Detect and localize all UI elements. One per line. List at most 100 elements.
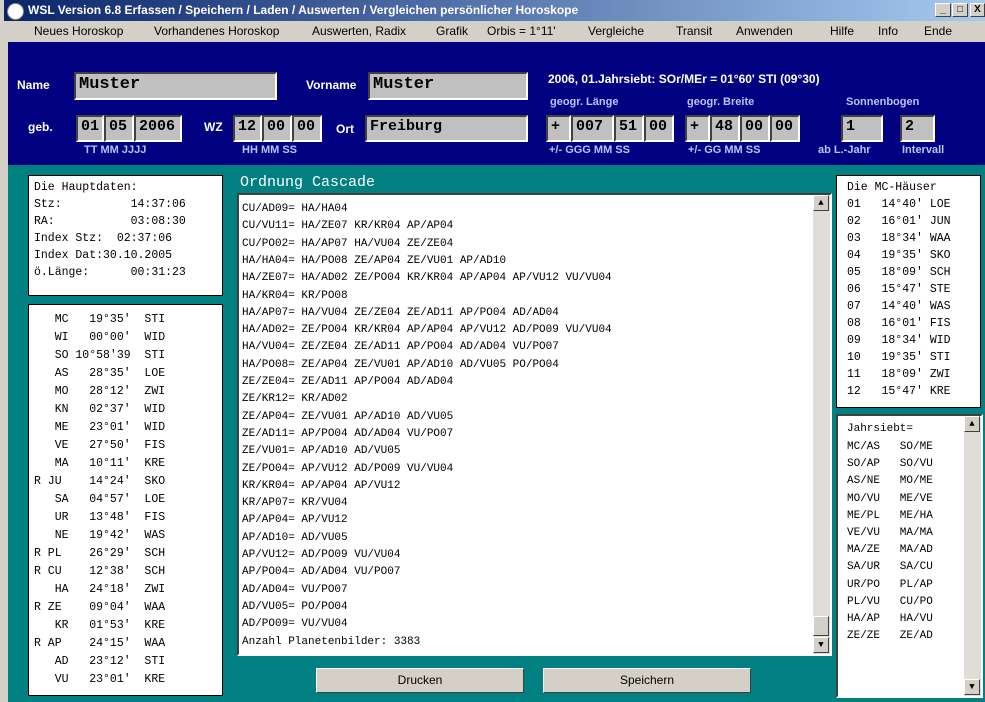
breite-mm-input[interactable]: 00 xyxy=(740,115,770,142)
menu-orbis[interactable]: Orbis = 1°11' xyxy=(487,24,556,38)
laenge-sign-input[interactable]: + xyxy=(546,115,571,142)
cascade-line[interactable]: ZE/AD11= AP/PO04 AD/AD04 VU/PO07 xyxy=(242,428,453,440)
planet-row: ME 23°01' WID xyxy=(34,421,166,434)
cascade-line[interactable]: HA/AP07= HA/VU04 ZE/ZE04 ZE/AD11 AP/PO04… xyxy=(242,307,559,319)
planet-row: SO 10°58'39 STI xyxy=(34,349,166,362)
maximize-button[interactable]: □ xyxy=(952,3,968,17)
hauptdaten-row: ö.Länge: 00:31:23 xyxy=(34,266,186,279)
laenge-ss-input[interactable]: 00 xyxy=(644,115,674,142)
jahrsiebt-row[interactable]: AS/NE MO/ME xyxy=(847,475,933,487)
planet-row: R ZE 09°04' WAA xyxy=(34,601,166,614)
mc-haus-row: 12 15°47' KRE xyxy=(847,385,951,398)
jahrsiebt-row[interactable]: HA/AP HA/VU xyxy=(847,613,933,625)
geb-tt-input[interactable]: 01 xyxy=(76,115,104,142)
hauptdaten-row: RA: 03:08:30 xyxy=(34,215,186,228)
menu-grafik[interactable]: Grafik xyxy=(436,24,468,38)
speichern-button[interactable]: Speichern xyxy=(543,668,751,693)
name-input[interactable]: Muster xyxy=(74,72,277,100)
menu-vergleiche[interactable]: Vergleiche xyxy=(588,24,644,38)
cascade-line[interactable]: ZE/VU01= AP/AD10 AD/VU05 xyxy=(242,445,400,457)
menu-ende[interactable]: Ende xyxy=(924,24,952,38)
cascade-line[interactable]: ZE/AP04= ZE/VU01 AP/AD10 AD/VU05 xyxy=(242,411,453,423)
cascade-line[interactable]: HA/PO08= ZE/AP04 ZE/VU01 AP/AD10 AD/VU05… xyxy=(242,359,559,371)
planet-row: MO 28°12' ZWI xyxy=(34,385,166,398)
minimize-button[interactable]: _ xyxy=(935,3,951,17)
laenge-mm-input[interactable]: 51 xyxy=(614,115,644,142)
sonnenbogen-intervall-input[interactable]: 2 xyxy=(900,115,935,142)
jahrsiebt-row[interactable]: UR/PO PL/AP xyxy=(847,579,933,591)
cascade-line[interactable]: HA/HA04= HA/PO08 ZE/AP04 ZE/VU01 AP/AD10 xyxy=(242,255,506,267)
cascade-line[interactable]: HA/VU04= ZE/ZE04 ZE/AD11 AP/PO04 AD/AD04… xyxy=(242,341,559,353)
scroll-thumb[interactable] xyxy=(813,616,829,636)
cascade-line[interactable]: AP/AP04= AP/VU12 xyxy=(242,514,348,526)
mc-haus-row: 05 18°09' SCH xyxy=(847,266,951,279)
cascade-line[interactable]: AP/AD10= AD/VU05 xyxy=(242,532,348,544)
cascade-line[interactable]: KR/AP07= KR/VU04 xyxy=(242,497,348,509)
jahrsiebt-row[interactable]: SA/UR SA/CU xyxy=(847,561,933,573)
wz-hh-input[interactable]: 12 xyxy=(233,115,262,142)
menu-info[interactable]: Info xyxy=(878,24,898,38)
jahrsiebt-row[interactable]: ME/PL ME/HA xyxy=(847,510,933,522)
scroll-down-icon[interactable]: ▼ xyxy=(964,679,980,695)
menu-transit[interactable]: Transit xyxy=(676,24,712,38)
mc-haus-row: 10 19°35' STI xyxy=(847,351,951,364)
jahrsiebt-row[interactable]: PL/VU CU/PO xyxy=(847,596,933,608)
menu-anwenden[interactable]: Anwenden xyxy=(736,24,793,38)
cascade-line[interactable]: KR/KR04= AP/AP04 AP/VU12 xyxy=(242,480,400,492)
breite-sign-input[interactable]: + xyxy=(685,115,710,142)
scroll-up-icon[interactable]: ▲ xyxy=(964,416,980,432)
ab-ljahr-label: ab L.-Jahr xyxy=(818,144,871,156)
planet-row: UR 13°48' FIS xyxy=(34,511,166,524)
mc-haus-row: 11 18°09' ZWI xyxy=(847,368,951,381)
geb-mm-input[interactable]: 05 xyxy=(104,115,134,142)
wz-mm-input[interactable]: 00 xyxy=(262,115,292,142)
cascade-line[interactable]: ZE/ZE04= ZE/AD11 AP/PO04 AD/AD04 xyxy=(242,376,453,388)
cascade-line[interactable]: CU/PO02= HA/AP07 HA/VU04 ZE/ZE04 xyxy=(242,238,453,250)
name-label: Name xyxy=(17,78,50,92)
jahrsiebt-list[interactable]: Jahrsiebt= ▲ ▼ MC/AS SO/ME SO/AP SO/VU AS/… xyxy=(836,414,983,698)
cascade-scrollbar[interactable]: ▲ ▼ xyxy=(813,195,830,654)
cascade-line[interactable]: HA/KR04= KR/PO08 xyxy=(242,290,348,302)
breite-gg-input[interactable]: 48 xyxy=(710,115,740,142)
jahrsiebt-row[interactable]: ZE/ZE ZE/AD xyxy=(847,630,933,642)
mc-haus-row: 04 19°35' SKO xyxy=(847,249,951,262)
planet-row: WI 00°00' WID xyxy=(34,331,166,344)
menu-neues-horoskop[interactable]: Neues Horoskop xyxy=(34,24,123,38)
jahrsiebt-scrollbar[interactable]: ▲ ▼ xyxy=(964,416,981,696)
jahrsiebt-row[interactable]: MO/VU ME/VE xyxy=(847,493,933,505)
drucken-button[interactable]: Drucken xyxy=(316,668,524,693)
menu-auswerten-radix[interactable]: Auswerten, Radix xyxy=(312,24,406,38)
cascade-line[interactable]: HA/AD02= ZE/PO04 KR/KR04 AP/AP04 AP/VU12… xyxy=(242,324,612,336)
sonnenbogen-ab-input[interactable]: 1 xyxy=(841,115,883,142)
cascade-line[interactable]: AD/PO09= VU/VU04 xyxy=(242,618,348,630)
jahrsiebt-row[interactable]: MA/ZE MA/AD xyxy=(847,544,933,556)
scroll-up-icon[interactable]: ▲ xyxy=(813,195,829,211)
cascade-line[interactable]: AD/VU05= PO/PO04 xyxy=(242,601,348,613)
menu-vorhandenes-horoskop[interactable]: Vorhandenes Horoskop xyxy=(154,24,279,38)
laenge-ggg-input[interactable]: 007 xyxy=(571,115,614,142)
cascade-line[interactable]: ZE/PO04= AP/VU12 AD/PO09 VU/VU04 xyxy=(242,463,453,475)
cascade-line[interactable]: CU/VU11= HA/ZE07 KR/KR04 AP/AP04 xyxy=(242,220,453,232)
close-button[interactable]: X xyxy=(970,3,985,17)
mc-haus-row: 09 18°34' WID xyxy=(847,334,951,347)
breite-ss-input[interactable]: 00 xyxy=(770,115,800,142)
scroll-down-icon[interactable]: ▼ xyxy=(813,637,829,653)
cascade-list[interactable]: CU/AD09= HA/HA04 CU/VU11= HA/ZE07 KR/KR04… xyxy=(237,193,832,656)
ort-input[interactable]: Freiburg xyxy=(365,115,528,142)
cascade-line[interactable]: CU/AD09= HA/HA04 xyxy=(242,203,348,215)
cascade-line[interactable]: AD/AD04= VU/PO07 xyxy=(242,584,348,596)
menu-hilfe[interactable]: Hilfe xyxy=(830,24,854,38)
jahrsiebt-row[interactable]: VE/VU MA/MA xyxy=(847,527,933,539)
cascade-line[interactable]: ZE/KR12= KR/AD02 xyxy=(242,393,348,405)
cascade-line[interactable]: Anzahl Planetenbilder: 3383 xyxy=(242,636,420,648)
vorname-input[interactable]: Muster xyxy=(368,72,528,100)
cascade-line[interactable]: AP/PO04= AD/AD04 VU/PO07 xyxy=(242,566,400,578)
jahrsiebt-row[interactable]: MC/AS SO/ME xyxy=(847,441,933,453)
planet-row: MC 19°35' STI xyxy=(34,313,166,326)
cascade-line[interactable]: HA/ZE07= HA/AD02 ZE/PO04 KR/KR04 AP/AP04… xyxy=(242,272,612,284)
wz-ss-input[interactable]: 00 xyxy=(292,115,322,142)
cascade-line[interactable]: AP/VU12= AD/PO09 VU/VU04 xyxy=(242,549,400,561)
ort-label: Ort xyxy=(336,122,354,136)
jahrsiebt-row[interactable]: SO/AP SO/VU xyxy=(847,458,933,470)
geb-jjjj-input[interactable]: 2006 xyxy=(134,115,182,142)
